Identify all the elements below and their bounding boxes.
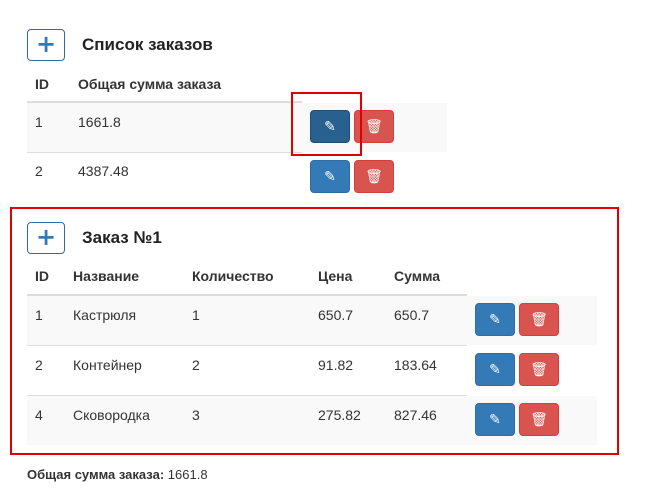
order-row-2-qty: 2 <box>192 357 200 373</box>
order-row-3-qty: 3 <box>192 407 200 423</box>
order-row-1-sum: 650.7 <box>394 307 430 323</box>
trash-icon: 🗑 <box>530 411 548 428</box>
order-col-price: Цена <box>318 268 353 284</box>
order-row-3-sum: 827.46 <box>394 407 437 423</box>
orders-title: Список заказов <box>82 35 213 54</box>
order-col-id: ID <box>35 268 49 284</box>
selected-edit-highlight <box>291 92 362 156</box>
trash-icon: 🗑 <box>365 168 383 185</box>
order-row-divider <box>27 395 467 396</box>
trash-icon: 🗑 <box>530 361 548 378</box>
order-total-label: Общая сумма заказа: <box>27 467 165 482</box>
order-row-3-id: 4 <box>35 407 43 423</box>
plus-icon: + <box>35 223 57 251</box>
order-row-3-edit-button[interactable]: ✎ <box>475 403 515 436</box>
order-row-2-id: 2 <box>35 357 43 373</box>
order-row-3-name: Сковородка <box>73 407 150 423</box>
order-row-1-id: 1 <box>35 307 43 323</box>
order-row-1-delete-button[interactable]: 🗑 <box>519 303 559 336</box>
add-order-button[interactable]: + <box>27 29 65 61</box>
order-row-3-price: 275.82 <box>318 407 361 423</box>
order-title: Заказ №1 <box>82 228 162 247</box>
order-row-1-name: Кастрюля <box>73 307 137 323</box>
order-total: Общая сумма заказа: 1661.8 <box>27 467 208 482</box>
pencil-icon: ✎ <box>489 311 501 328</box>
pencil-icon: ✎ <box>489 411 501 428</box>
order-row-divider <box>27 345 467 346</box>
orders-row-1-total: 1661.8 <box>78 114 121 130</box>
pencil-icon: ✎ <box>324 168 336 185</box>
orders-row-divider <box>27 152 302 153</box>
order-row-2-edit-button[interactable]: ✎ <box>475 353 515 386</box>
order-col-qty: Количество <box>192 268 274 284</box>
order-row-2-price: 91.82 <box>318 357 354 373</box>
order-row-2-sum: 183.64 <box>394 357 437 373</box>
plus-icon: + <box>35 30 57 58</box>
order-row-2-delete-button[interactable]: 🗑 <box>519 353 559 386</box>
orders-row-2-edit-button[interactable]: ✎ <box>310 160 350 193</box>
pencil-icon: ✎ <box>489 361 501 378</box>
trash-icon: 🗑 <box>365 118 383 135</box>
order-row-2-name: Контейнер <box>73 357 142 373</box>
order-total-value: 1661.8 <box>167 467 208 482</box>
order-row-1-edit-button[interactable]: ✎ <box>475 303 515 336</box>
order-col-name: Название <box>73 268 140 284</box>
add-item-button[interactable]: + <box>27 222 65 254</box>
orders-row-2-total: 4387.48 <box>78 163 129 179</box>
orders-row-2-delete-button[interactable]: 🗑 <box>354 160 394 193</box>
orders-row-1-id: 1 <box>35 114 43 130</box>
trash-icon: 🗑 <box>530 311 548 328</box>
orders-row-2-id: 2 <box>35 163 43 179</box>
orders-col-total: Общая сумма заказа <box>78 76 222 92</box>
order-col-sum: Сумма <box>394 268 441 284</box>
order-row-1-qty: 1 <box>192 307 200 323</box>
order-row-3-delete-button[interactable]: 🗑 <box>519 403 559 436</box>
orders-col-id: ID <box>35 76 49 92</box>
order-row-1-price: 650.7 <box>318 307 354 323</box>
